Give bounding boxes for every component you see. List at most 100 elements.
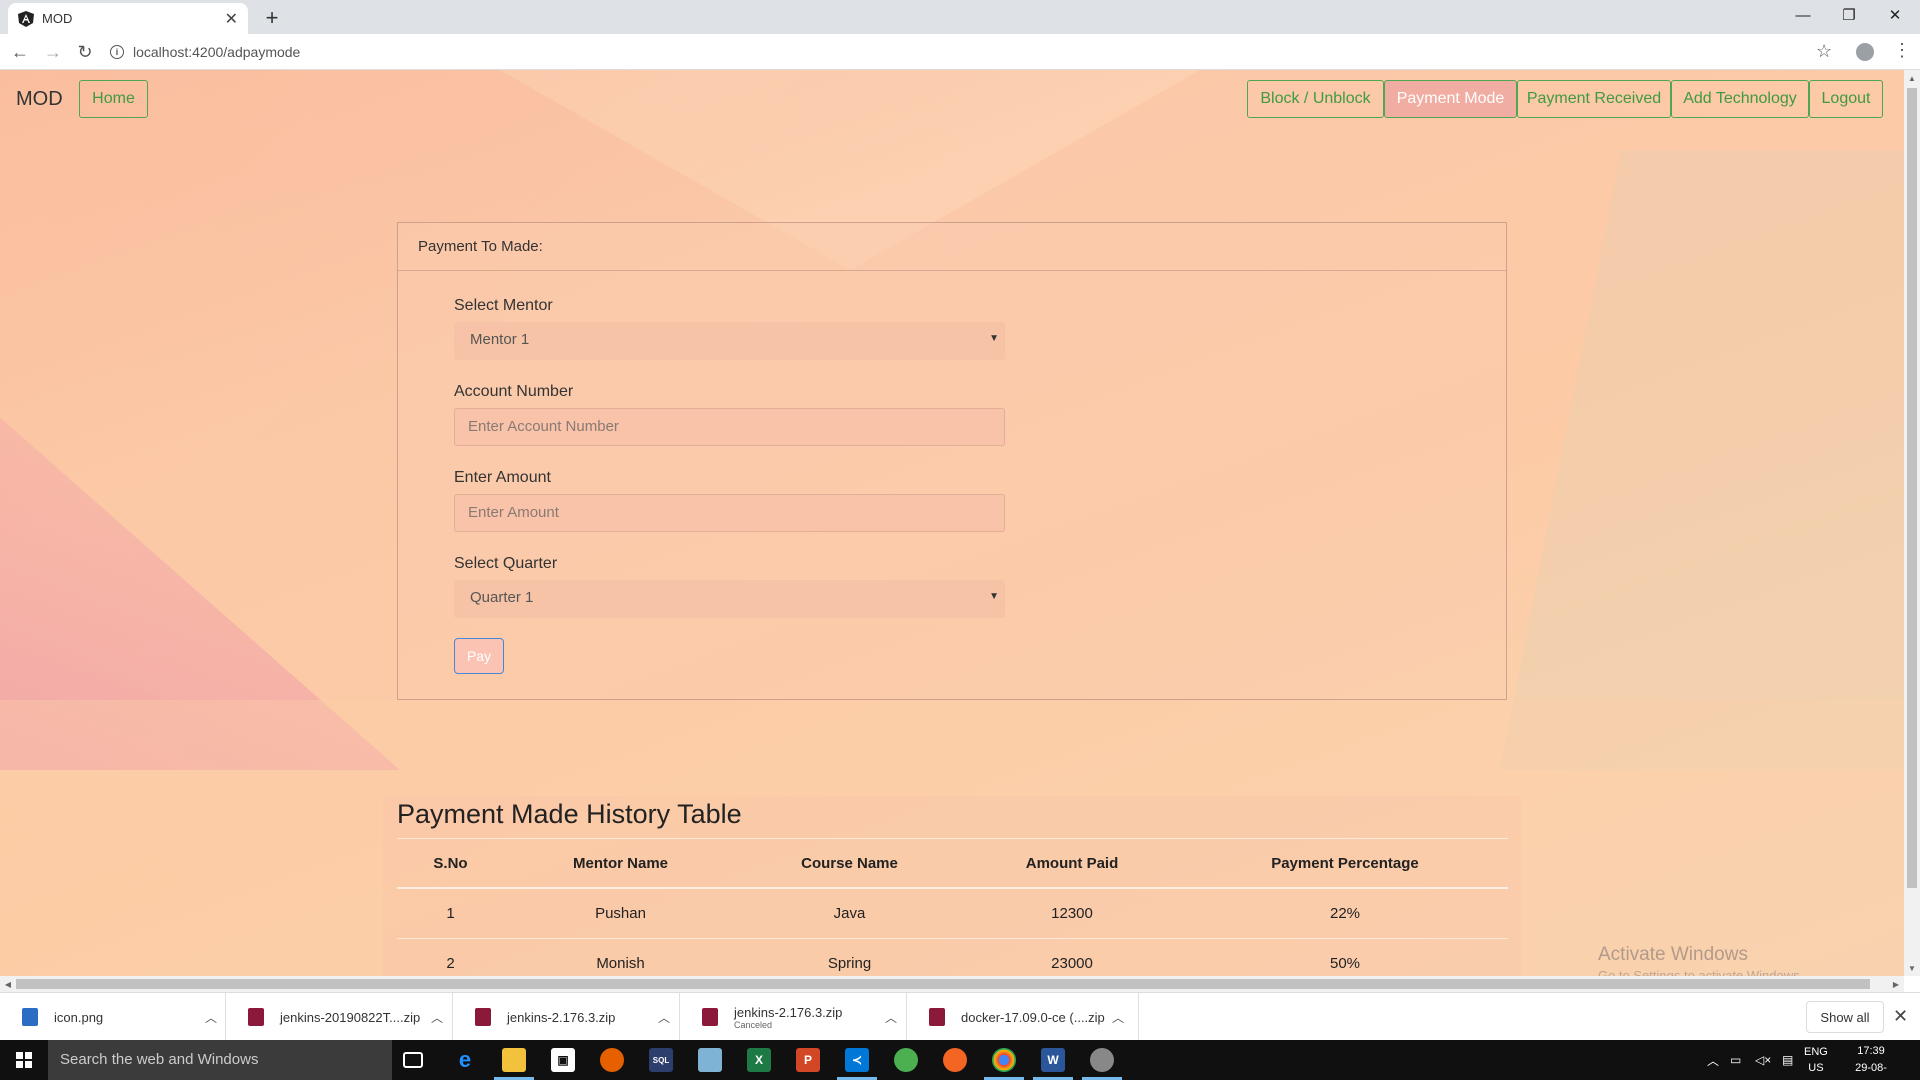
download-item[interactable]: docker-17.09.0-ce (....zip ︿: [907, 993, 1139, 1041]
system-clock[interactable]: 17:39 29-08-2019: [1843, 1043, 1899, 1080]
firefox-icon[interactable]: [600, 1048, 624, 1072]
pay-button[interactable]: Pay: [454, 638, 504, 674]
column-header: Mentor Name: [504, 840, 737, 889]
action-center-icon[interactable]: ▤: [1782, 1040, 1793, 1080]
payment-form-card: Payment To Made: Select Mentor Mentor 1 …: [397, 222, 1507, 700]
browser-menu-icon[interactable]: ⋮: [1893, 40, 1911, 61]
chevron-up-icon[interactable]: ︿: [652, 1009, 676, 1026]
close-tab-icon[interactable]: ✕: [225, 9, 238, 29]
reload-icon[interactable]: ↻: [73, 40, 97, 64]
language-code: ENG: [1804, 1046, 1828, 1058]
chevron-up-icon[interactable]: ︿: [199, 1009, 223, 1026]
nav-logout-button[interactable]: Logout: [1809, 80, 1883, 118]
edge-icon[interactable]: e: [453, 1047, 477, 1072]
show-hidden-icons[interactable]: ︿: [1707, 1040, 1719, 1080]
amount-label: Enter Amount: [454, 469, 551, 486]
taskbar-search[interactable]: Search the web and Windows: [48, 1040, 392, 1080]
show-all-button[interactable]: Show all: [1806, 1001, 1884, 1033]
volume-icon[interactable]: ◁×: [1755, 1040, 1771, 1080]
column-header: Course Name: [737, 840, 962, 889]
browser-tabstrip: MOD ✕ + — ❐ ✕: [0, 0, 1920, 34]
history-table: S.No Mentor Name Course Name Amount Paid…: [397, 840, 1508, 976]
postman-icon[interactable]: [943, 1048, 967, 1072]
mentor-select[interactable]: Mentor 1 ▼: [454, 322, 1005, 360]
browser-toolbar: ← → ↻ i localhost:4200/adpaymode ☆ ⋮: [0, 34, 1920, 70]
table-cell: 50%: [1182, 938, 1508, 976]
table-cell: Monish: [504, 938, 737, 976]
activate-windows-subtext: Go to Settings to activate Windows.: [1598, 968, 1804, 976]
brand-logo[interactable]: MOD: [16, 88, 63, 111]
table-row: 1 Pushan Java 12300 22%: [397, 888, 1508, 939]
address-bar[interactable]: i localhost:4200/adpaymode: [110, 38, 1810, 66]
mysql-workbench-icon[interactable]: SQL: [649, 1048, 673, 1072]
download-filename: jenkins-20190822T....zip: [280, 1009, 421, 1025]
close-window-icon[interactable]: ✕: [1872, 0, 1918, 30]
vertical-scrollbar[interactable]: ▲ ▼: [1904, 70, 1920, 976]
quarter-select[interactable]: Quarter 1 ▼: [454, 580, 1005, 618]
horizontal-scrollbar[interactable]: ◀ ▶: [0, 976, 1904, 992]
chrome-icon[interactable]: [992, 1048, 1016, 1072]
spring-tool-icon[interactable]: [894, 1048, 918, 1072]
angular-logo-icon: [18, 10, 34, 27]
download-item[interactable]: jenkins-2.176.3.zip Canceled ︿: [680, 993, 907, 1041]
download-item[interactable]: jenkins-20190822T....zip ︿: [226, 993, 453, 1041]
chevron-up-icon[interactable]: ︿: [425, 1009, 449, 1026]
archive-icon: [702, 1008, 718, 1026]
notepad-icon[interactable]: [698, 1048, 722, 1072]
scroll-up-icon[interactable]: ▲: [1904, 70, 1920, 86]
scroll-down-icon[interactable]: ▼: [1904, 960, 1920, 976]
table-cell: 2: [397, 938, 504, 976]
excel-icon[interactable]: X: [747, 1048, 771, 1072]
scrollbar-thumb[interactable]: [1907, 88, 1917, 888]
dropdown-caret-icon: ▼: [989, 591, 999, 602]
table-cell: 12300: [962, 888, 1182, 939]
nav-block-unblock-button[interactable]: Block / Unblock: [1247, 80, 1384, 118]
start-button[interactable]: [0, 1040, 48, 1080]
archive-icon: [248, 1008, 264, 1026]
amount-input[interactable]: Enter Amount: [454, 494, 1005, 532]
word-icon[interactable]: W: [1041, 1048, 1065, 1072]
network-icon[interactable]: ▭: [1730, 1040, 1741, 1080]
download-item[interactable]: jenkins-2.176.3.zip ︿: [453, 993, 680, 1041]
payment-history-section: Payment Made History Table S.No Mentor N…: [383, 796, 1521, 976]
background-shape: [1500, 150, 1904, 770]
new-tab-button[interactable]: +: [258, 4, 286, 32]
eclipse-icon[interactable]: [1090, 1048, 1114, 1072]
forward-icon[interactable]: →: [41, 40, 65, 64]
site-info-icon[interactable]: i: [110, 45, 124, 59]
chevron-up-icon[interactable]: ︿: [1106, 1009, 1130, 1026]
scroll-left-icon[interactable]: ◀: [0, 976, 16, 992]
restore-icon[interactable]: ❐: [1826, 0, 1872, 30]
page-viewport: MOD Home Block / Unblock Payment Mode Pa…: [0, 70, 1904, 976]
tab-title: MOD: [42, 11, 73, 26]
nav-payment-received-button[interactable]: Payment Received: [1517, 80, 1671, 118]
top-navbar: MOD Home Block / Unblock Payment Mode Pa…: [0, 70, 1904, 128]
download-item[interactable]: icon.png ︿: [0, 993, 226, 1041]
account-number-input[interactable]: Enter Account Number: [454, 408, 1005, 446]
bookmark-star-icon[interactable]: ☆: [1816, 41, 1832, 62]
back-icon[interactable]: ←: [8, 40, 32, 64]
powerpoint-icon[interactable]: P: [796, 1048, 820, 1072]
close-shelf-icon[interactable]: ✕: [1893, 1006, 1908, 1027]
scrollbar-thumb[interactable]: [16, 979, 1870, 989]
minimize-icon[interactable]: —: [1780, 0, 1826, 30]
nav-payment-mode-button[interactable]: Payment Mode: [1384, 80, 1517, 118]
vscode-icon[interactable]: ≺: [845, 1048, 869, 1072]
column-header: Amount Paid: [962, 840, 1182, 889]
file-explorer-icon[interactable]: [502, 1048, 526, 1072]
chevron-up-icon[interactable]: ︿: [879, 1009, 903, 1026]
scroll-right-icon[interactable]: ▶: [1888, 976, 1904, 992]
nav-home-button[interactable]: Home: [79, 80, 148, 118]
store-icon[interactable]: ▣: [551, 1048, 575, 1072]
browser-tab[interactable]: MOD ✕: [8, 3, 248, 34]
language-indicator[interactable]: ENG US: [1804, 1040, 1828, 1080]
account-number-label: Account Number: [454, 383, 574, 400]
profile-avatar-icon[interactable]: [1856, 43, 1874, 61]
table-cell: 1: [397, 888, 504, 939]
nav-add-technology-button[interactable]: Add Technology: [1671, 80, 1809, 118]
history-title: Payment Made History Table: [397, 799, 742, 829]
region-code: US: [1808, 1062, 1824, 1074]
clock-time: 17:39: [1857, 1045, 1885, 1057]
task-view-icon[interactable]: [403, 1052, 423, 1068]
card-header: Payment To Made:: [398, 223, 1506, 271]
